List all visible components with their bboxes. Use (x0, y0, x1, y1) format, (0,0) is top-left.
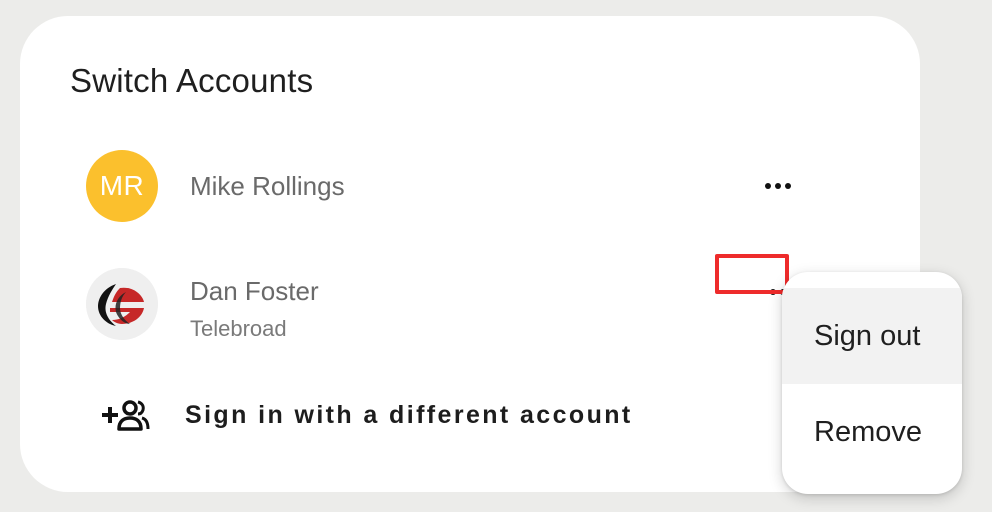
account-name: Dan Foster (190, 276, 319, 306)
account-context-menu: Sign out Remove (782, 272, 962, 494)
dialog-title: Switch Accounts (70, 62, 314, 99)
account-row-mike-rollings[interactable]: MR Mike Rollings (20, 136, 840, 236)
avatar-initials: MR (99, 170, 145, 201)
avatar (86, 268, 158, 340)
menu-item-remove[interactable]: Remove (782, 384, 962, 480)
telebroad-logo-icon (86, 268, 158, 340)
account-name: Mike Rollings (190, 171, 345, 201)
more-horizontal-icon (765, 183, 791, 189)
add-account-icon (100, 395, 152, 435)
account-organization: Telebroad (190, 316, 287, 341)
sign-in-different-label: Sign in with a different account (185, 400, 633, 429)
menu-item-sign-out[interactable]: Sign out (782, 288, 962, 384)
account-row-dan-foster[interactable]: Dan Foster Telebroad (20, 262, 840, 362)
screen: Switch Accounts MR Mike Rollings Dan Fos… (0, 0, 992, 512)
sign-in-different-account-button[interactable]: Sign in with a different account (100, 390, 633, 440)
avatar: MR (86, 150, 158, 222)
more-button-mike-rollings[interactable] (752, 168, 804, 204)
